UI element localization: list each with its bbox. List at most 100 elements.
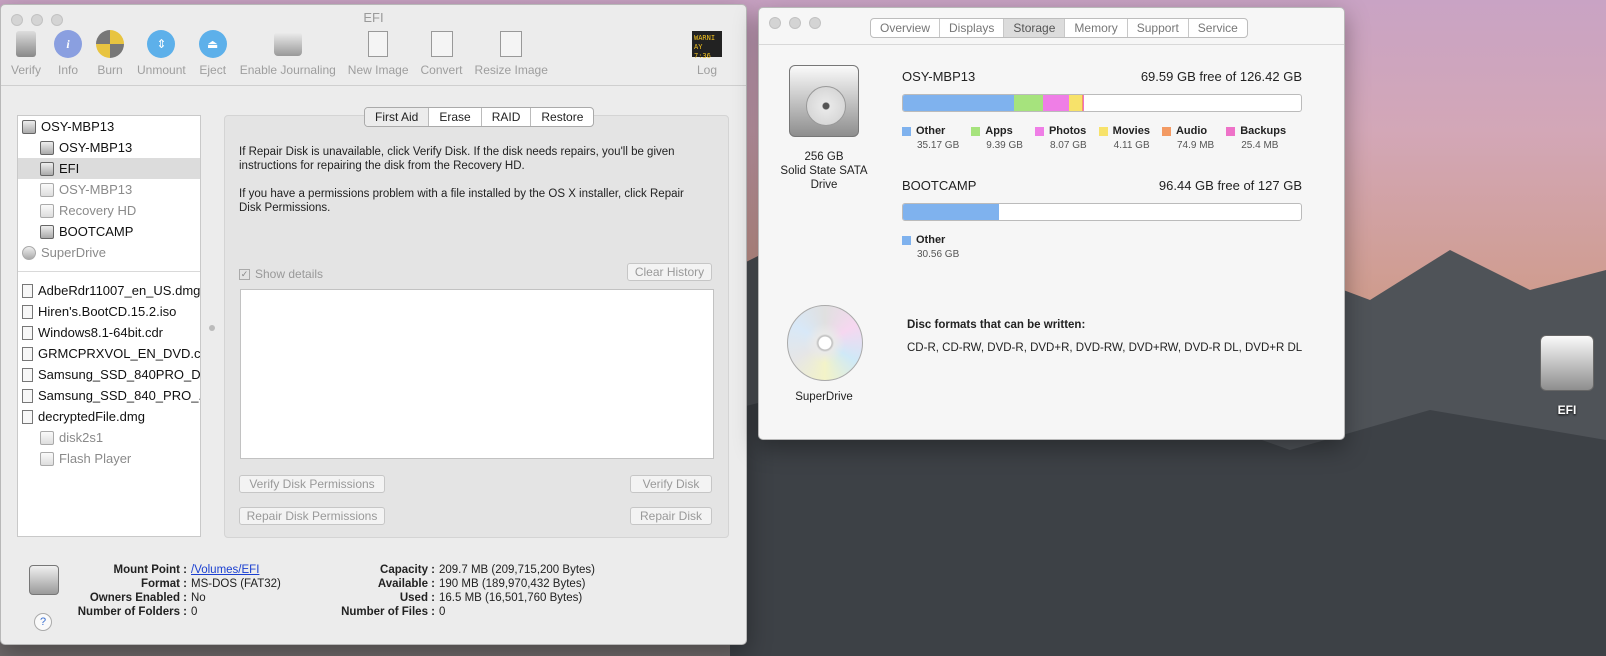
- first-aid-log-area[interactable]: [240, 289, 714, 459]
- tab-overview[interactable]: Overview: [871, 19, 941, 37]
- tab-support[interactable]: Support: [1128, 19, 1189, 37]
- sidebar-item-samsung-ssd-840pro-d-[interactable]: Samsung_SSD_840PRO_D.: [18, 364, 200, 385]
- sidebar-item-adberdr11007-en-us-dmg[interactable]: AdbeRdr11007_en_US.dmg: [18, 280, 200, 301]
- repair-disk-button[interactable]: Repair Disk: [630, 507, 712, 525]
- burn-icon: [95, 29, 125, 59]
- legend-size: 25.4 MB: [1241, 140, 1279, 151]
- resize-image-icon-shape: [500, 31, 523, 57]
- sidebar-item-decryptedfile-dmg[interactable]: decryptedFile.dmg: [18, 406, 200, 427]
- storage-segment: [903, 95, 1014, 111]
- legend-item-movies: Movies 4.11 GB: [1098, 125, 1150, 151]
- convert-toolbar-button[interactable]: Convert: [421, 29, 463, 85]
- legend-size: 35.17 GB: [917, 140, 960, 151]
- toolbar-label: New Image: [347, 63, 409, 77]
- tab-first-aid[interactable]: First Aid: [365, 108, 430, 126]
- clear-history-button[interactable]: Clear History: [627, 263, 712, 281]
- help-button[interactable]: ?: [34, 613, 52, 631]
- zoom-button[interactable]: [809, 17, 821, 29]
- info-row: Mount Point : /Volumes/EFI: [71, 563, 281, 577]
- log-icon: WARNI AY 7:36: [692, 29, 722, 60]
- new-image-icon: [363, 29, 393, 59]
- disk-image-icon: [22, 304, 33, 319]
- legend-title: Backups: [1226, 125, 1286, 137]
- journaling-icon: [273, 29, 303, 59]
- sidebar-item-recovery-hd[interactable]: Recovery HD: [18, 200, 200, 221]
- sidebar-item-disk2s1[interactable]: disk2s1: [18, 427, 200, 448]
- repair-disk-permissions-button[interactable]: Repair Disk Permissions: [239, 507, 385, 525]
- legend-size: 4.11 GB: [1113, 140, 1150, 151]
- sidebar-item-osy-mbp13[interactable]: OSY-MBP13: [18, 137, 200, 158]
- tab-memory[interactable]: Memory: [1065, 19, 1128, 37]
- legend-item-backups: Backups 25.4 MB: [1226, 125, 1286, 151]
- sidebar-item-label: AdbeRdr11007_en_US.dmg: [38, 283, 201, 298]
- toolbar-label: Unmount: [137, 63, 186, 77]
- enable-journaling-toolbar-button[interactable]: Enable Journaling: [240, 29, 336, 85]
- verify-toolbar-button[interactable]: Verify: [11, 29, 41, 85]
- storage-bar-1: [902, 94, 1302, 112]
- resize-image-toolbar-button[interactable]: Resize Image: [475, 29, 548, 85]
- new-image-toolbar-button[interactable]: New Image: [348, 29, 409, 85]
- first-aid-instructions: If Repair Disk is unavailable, click Ver…: [239, 146, 675, 172]
- info-value: 0: [439, 606, 446, 618]
- legend-name: Audio: [1175, 125, 1208, 137]
- unmount-icon: ⇕: [146, 29, 176, 59]
- sidebar-item-windows8-1-64bit-cdr[interactable]: Windows8.1-64bit.cdr: [18, 322, 200, 343]
- new-image-icon-shape: [368, 31, 389, 57]
- legend-title: Movies: [1098, 125, 1150, 137]
- sidebar-item-osy-mbp13[interactable]: OSY-MBP13: [18, 116, 200, 137]
- tab-restore[interactable]: Restore: [531, 108, 593, 126]
- toolbar-label: Verify: [11, 63, 42, 77]
- sidebar-item-flash-player[interactable]: Flash Player: [18, 448, 200, 469]
- legend-swatch: [1098, 126, 1108, 136]
- sidebar-item-grmcprxvol-en-dvd-cd[interactable]: GRMCPRXVOL_EN_DVD.cd: [18, 343, 200, 364]
- sidebar-item-osy-mbp13[interactable]: OSY-MBP13: [18, 179, 200, 200]
- storage-segment: [1068, 95, 1082, 111]
- splitter-handle[interactable]: [209, 325, 215, 331]
- toolbar-label: Burn: [97, 63, 123, 77]
- drive-label: 256 GB Solid State SATA Drive: [780, 151, 868, 191]
- tab-storage[interactable]: Storage: [1004, 19, 1066, 37]
- legend-swatch: [902, 126, 911, 136]
- info-value: 190 MB (189,970,432 Bytes): [439, 578, 586, 590]
- info-row: Used : 16.5 MB (16,501,760 Bytes): [331, 591, 595, 605]
- tab-displays[interactable]: Displays: [940, 19, 1005, 37]
- sidebar-item-efi[interactable]: EFI: [18, 158, 200, 179]
- mount-point-link[interactable]: /Volumes/EFI: [191, 563, 259, 577]
- sidebar-item-label: Samsung_SSD_840PRO_D.: [38, 367, 201, 382]
- minimize-button[interactable]: [789, 17, 801, 29]
- desktop-efi-icon[interactable]: [1540, 335, 1594, 391]
- burn-icon-shape: [96, 30, 125, 58]
- legend-title: Photos: [1034, 125, 1087, 137]
- tab-erase[interactable]: Erase: [429, 108, 482, 126]
- sidebar-item-bootcamp[interactable]: BOOTCAMP: [18, 221, 200, 242]
- sidebar-item-label: Hiren's.BootCD.15.2.iso: [38, 304, 177, 319]
- volume-icon: [40, 203, 54, 218]
- sidebar-item-label: Flash Player: [59, 451, 132, 466]
- ssd-drive-icon: [789, 65, 859, 137]
- info-toolbar-button[interactable]: i Info: [53, 29, 83, 85]
- storage-legend-2: Other 30.56 GB: [902, 234, 971, 260]
- log-button[interactable]: WARNI AY 7:36 Log: [692, 29, 722, 77]
- volume-name-1: OSY-MBP13: [902, 69, 976, 84]
- legend-name: Movies: [1112, 125, 1150, 137]
- legend-item-other: Other 30.56 GB: [902, 234, 959, 260]
- verify-disk-permissions-button[interactable]: Verify Disk Permissions: [239, 475, 385, 493]
- sidebar-item-label: disk2s1: [59, 430, 104, 445]
- info-key: Available :: [377, 578, 435, 590]
- close-button[interactable]: [769, 17, 781, 29]
- burn-toolbar-button[interactable]: Burn: [95, 29, 125, 85]
- unmount-toolbar-button[interactable]: ⇕ Unmount: [137, 29, 186, 85]
- sidebar-item-label: OSY-MBP13: [59, 140, 133, 155]
- sidebar-item-hiren-s-bootcd-15-2-iso[interactable]: Hiren's.BootCD.15.2.iso: [18, 301, 200, 322]
- volume-name-2: BOOTCAMP: [902, 178, 977, 193]
- verify-disk-button[interactable]: Verify Disk: [630, 475, 712, 493]
- eject-toolbar-button[interactable]: ⏏ Eject: [198, 29, 228, 85]
- tab-divider: [759, 44, 1344, 45]
- tab-raid[interactable]: RAID: [482, 108, 532, 126]
- sidebar-item-superdrive[interactable]: SuperDrive: [18, 242, 200, 263]
- microscope-icon-shape: [16, 31, 36, 57]
- show-details-checkbox[interactable]: ✓ Show details: [239, 267, 323, 281]
- sidebar-item-label: Recovery HD: [59, 203, 137, 218]
- tab-service[interactable]: Service: [1189, 19, 1247, 37]
- sidebar-item-samsung-ssd-840-pro-[interactable]: Samsung_SSD_840_PRO_..: [18, 385, 200, 406]
